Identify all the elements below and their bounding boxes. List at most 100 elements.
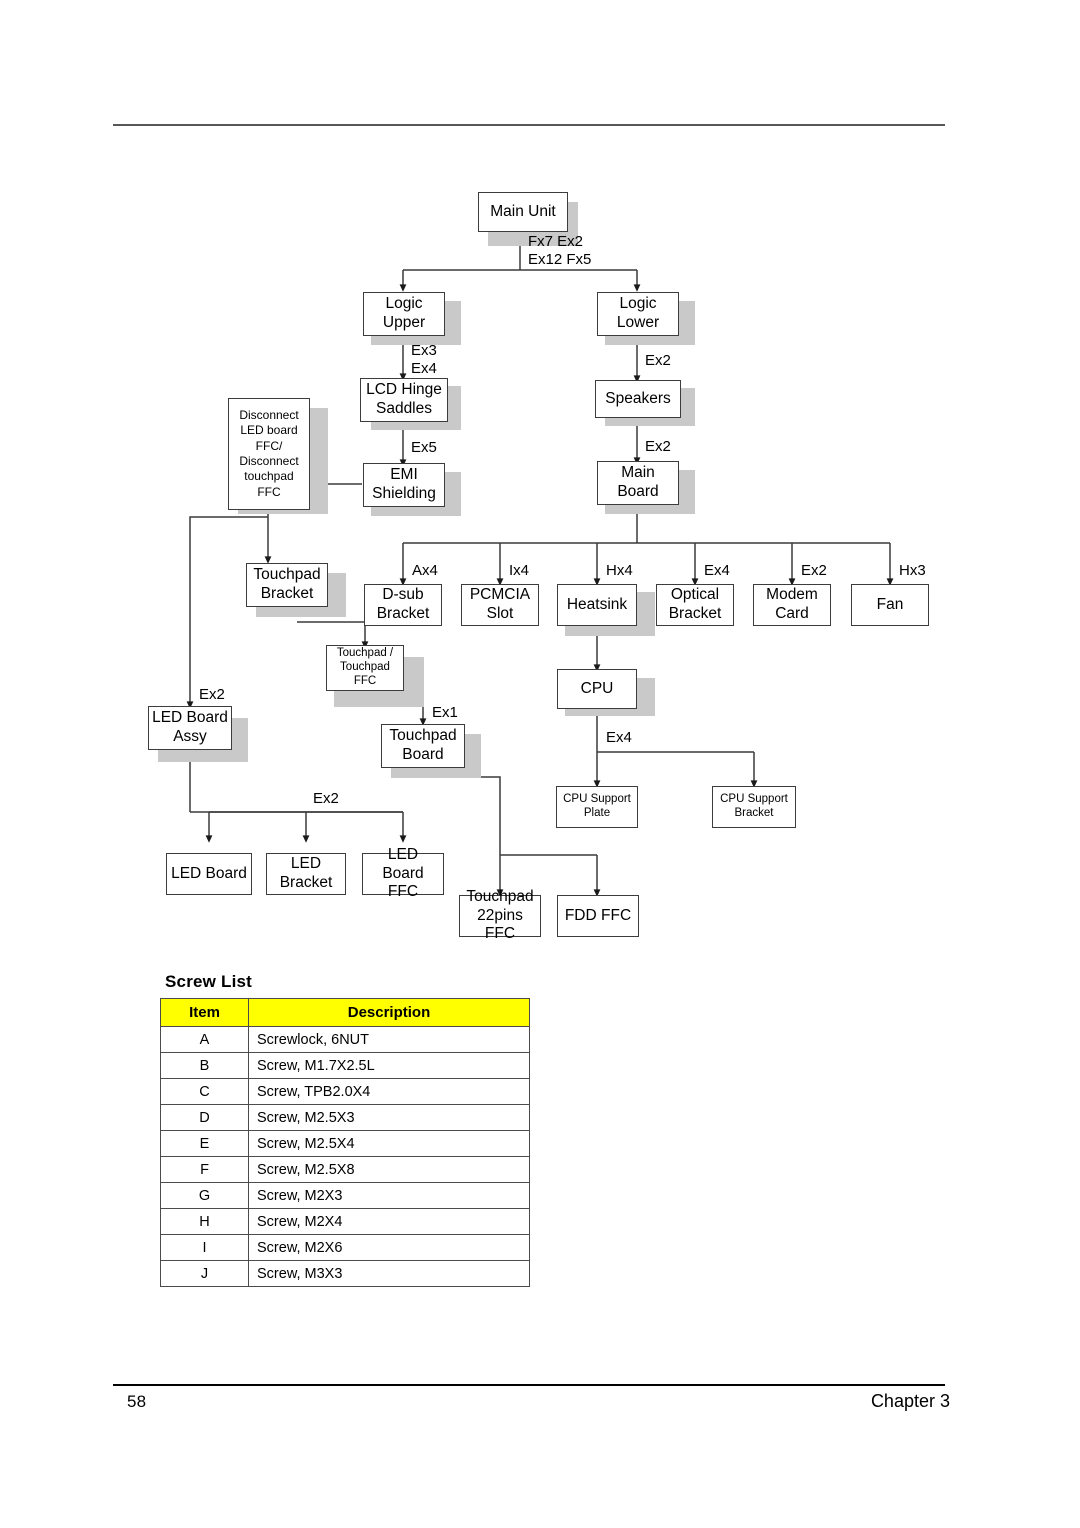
node-led-bracket[interactable]: LED Bracket [266, 853, 346, 895]
node-fdd-ffc[interactable]: FDD FFC [557, 895, 639, 937]
table-row: E Screw, M2.5X4 [160, 1130, 530, 1157]
cell-item: D [160, 1104, 249, 1131]
node-touchpad-board[interactable]: Touchpad Board [381, 724, 465, 768]
screw-list-table: Item Description A Screwlock, 6NUT B Scr… [160, 998, 530, 1287]
node-label: CPU Support Bracket [720, 793, 788, 819]
screw-list-body: A Screwlock, 6NUT B Screw, M1.7X2.5L C S… [160, 1026, 530, 1287]
chapter-label: Chapter 3 [870, 1391, 950, 1411]
connector-label-bus-optical: Ex4 [704, 562, 730, 579]
node-label: CPU [580, 679, 614, 697]
node-label: Heatsink [566, 595, 628, 613]
node-pcmcia-slot[interactable]: PCMCIA Slot [461, 584, 539, 626]
node-label: CPU Support Plate [563, 793, 631, 819]
table-row: J Screw, M3X3 [160, 1260, 530, 1287]
node-modem-card[interactable]: Modem Card [753, 584, 831, 626]
diagram-connectors [186, 232, 894, 897]
table-row: G Screw, M2X3 [160, 1182, 530, 1209]
connector-label-logic-upper-hinge: Ex3 Ex4 [411, 342, 437, 377]
cell-description: Screw, M2X3 [248, 1182, 530, 1209]
cell-item: H [160, 1208, 249, 1235]
node-label: D-sub Bracket [376, 586, 430, 622]
node-cpu-support-plate[interactable]: CPU Support Plate [556, 786, 638, 828]
table-row: B Screw, M1.7X2.5L [160, 1052, 530, 1079]
table-header-row: Item Description [160, 998, 530, 1027]
cell-description: Screw, M2X6 [248, 1234, 530, 1261]
node-cpu[interactable]: CPU [557, 669, 637, 709]
node-label: Touchpad / Touchpad FFC [336, 647, 394, 687]
cell-item: C [160, 1078, 249, 1105]
cell-item: I [160, 1234, 249, 1261]
cell-description: Screw, M2.5X8 [248, 1156, 530, 1183]
node-label: LED Board Assy [152, 709, 228, 745]
connector-label-touchpad-board: Ex1 [432, 704, 458, 721]
table-row: H Screw, M2X4 [160, 1208, 530, 1235]
node-label: Speakers [605, 389, 671, 407]
node-label: LED Board FFC [382, 845, 424, 901]
connector-label-logic-lower-speakers: Ex2 [645, 352, 671, 369]
node-touchpad-bracket[interactable]: Touchpad Bracket [246, 563, 328, 607]
connector-label-led-board-assy: Ex2 [199, 686, 225, 703]
node-label: Touchpad Bracket [253, 566, 321, 602]
cell-item: E [160, 1130, 249, 1157]
table-row: F Screw, M2.5X8 [160, 1156, 530, 1183]
node-led-board-ffc[interactable]: LED Board FFC [362, 846, 444, 900]
node-touchpad-ffc[interactable]: Touchpad / Touchpad FFC [326, 645, 404, 691]
node-touchpad-22pins-ffc[interactable]: Touchpad 22pins FFC [459, 888, 541, 942]
cell-item: J [160, 1260, 249, 1287]
node-label: LED Board [171, 864, 247, 882]
node-disconnect-ffc[interactable]: Disconnect LED board FFC/ Disconnect tou… [228, 398, 310, 510]
node-label: Main Board [617, 464, 659, 500]
cell-item: F [160, 1156, 249, 1183]
connector-label-bus-fan: Hx3 [899, 562, 926, 579]
disassembly-flow-diagram: Main Unit Logic Upper Logic Lower LCD Hi… [0, 0, 1080, 960]
node-label: Touchpad Board [389, 727, 457, 763]
cell-item: B [160, 1052, 249, 1079]
node-logic-upper[interactable]: Logic Upper [363, 292, 445, 336]
connector-label-bus-heatsink: Hx4 [606, 562, 633, 579]
connector-label-speakers-main-board: Ex2 [645, 438, 671, 455]
cell-description: Screw, M1.7X2.5L [248, 1052, 530, 1079]
cell-item: A [160, 1026, 249, 1053]
node-optical-bracket[interactable]: Optical Bracket [656, 584, 734, 626]
cell-description: Screwlock, 6NUT [248, 1026, 530, 1053]
screw-list-title: Screw List [165, 972, 253, 991]
cell-item: G [160, 1182, 249, 1209]
node-label: Modem Card [766, 586, 818, 622]
node-speakers[interactable]: Speakers [595, 380, 681, 418]
connector-label-led-assy-split: Ex2 [313, 790, 339, 807]
node-label: Optical Bracket [668, 586, 722, 622]
node-label: LED Bracket [279, 855, 333, 891]
node-led-board[interactable]: LED Board [166, 853, 252, 895]
column-header-item: Item [160, 998, 249, 1027]
node-main-unit[interactable]: Main Unit [478, 192, 568, 232]
cell-description: Screw, M2.5X3 [248, 1104, 530, 1131]
node-lcd-hinge-saddles[interactable]: LCD Hinge Saddles [360, 378, 448, 422]
node-fan[interactable]: Fan [851, 584, 929, 626]
node-main-board[interactable]: Main Board [597, 461, 679, 505]
node-logic-lower[interactable]: Logic Lower [597, 292, 679, 336]
connector-label-bus-modem: Ex2 [801, 562, 827, 579]
node-emi-shielding[interactable]: EMI Shielding [363, 463, 445, 507]
node-dsub-bracket[interactable]: D-sub Bracket [364, 584, 442, 626]
connector-label-bus-pcmcia: Ix4 [509, 562, 530, 579]
node-heatsink[interactable]: Heatsink [557, 584, 637, 626]
node-label: Fan [876, 595, 904, 613]
cell-description: Screw, M2.5X4 [248, 1130, 530, 1157]
node-label: FDD FFC [564, 906, 632, 924]
node-label: Logic Upper [382, 295, 426, 331]
connector-label-main-unit-split: Fx7 Ex2 Ex12 Fx5 [528, 233, 592, 268]
page-number: 58 [127, 1392, 147, 1411]
cell-description: Screw, M3X3 [248, 1260, 530, 1287]
cell-description: Screw, TPB2.0X4 [248, 1078, 530, 1105]
table-row: A Screwlock, 6NUT [160, 1026, 530, 1053]
node-led-board-assy[interactable]: LED Board Assy [148, 706, 232, 750]
table-row: C Screw, TPB2.0X4 [160, 1078, 530, 1105]
node-cpu-support-bracket[interactable]: CPU Support Bracket [712, 786, 796, 828]
node-label: PCMCIA Slot [469, 586, 531, 622]
table-row: D Screw, M2.5X3 [160, 1104, 530, 1131]
column-header-description: Description [248, 998, 530, 1027]
node-label: EMI Shielding [372, 466, 436, 502]
node-label: Main Unit [490, 202, 556, 220]
node-label: Logic Lower [616, 295, 660, 331]
connector-label-hinge-emi: Ex5 [411, 439, 437, 456]
